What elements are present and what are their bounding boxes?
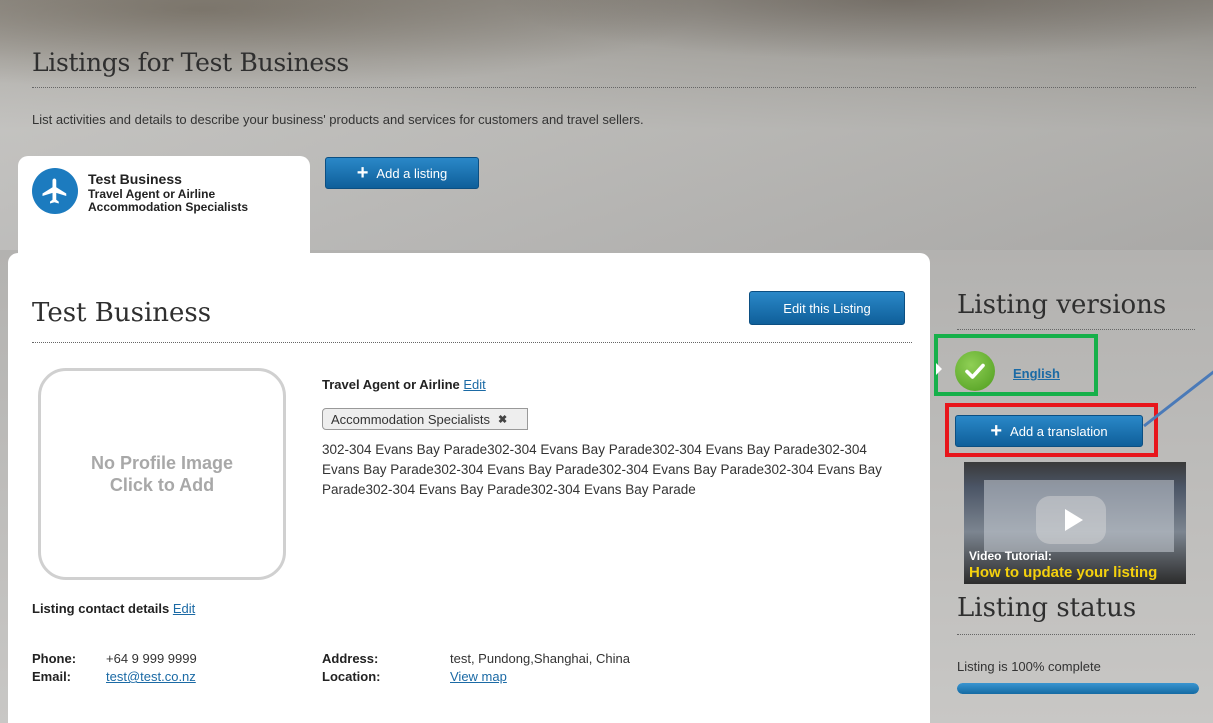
annotation-arrow [1143,370,1213,428]
video-tutorial-thumbnail[interactable]: Video Tutorial: How to update your listi… [964,462,1186,584]
add-translation-button[interactable]: + Add a translation [955,415,1143,447]
add-listing-button[interactable]: + Add a listing [325,157,479,189]
category-line: Travel Agent or Airline Edit [322,377,486,392]
address-label: Address: [322,651,379,666]
business-categories: Travel Agent or Airline Accommodation Sp… [88,188,248,214]
listing-description: 302-304 Evans Bay Parade302-304 Evans Ba… [322,442,882,497]
listing-status-text: Listing is 100% complete [957,659,1101,674]
versions-divider [957,329,1195,330]
title-divider [32,87,1196,88]
contact-details-label: Listing contact details [32,601,170,616]
listing-versions-title: Listing versions [957,290,1167,320]
video-caption-title: How to update your listing [969,564,1158,581]
status-divider [957,634,1195,635]
plus-icon: + [990,420,1003,442]
page-title: Listings for Test Business [32,48,349,77]
completion-progress-fill [957,683,1199,694]
category-label: Travel Agent or Airline [322,377,460,392]
category-tag-label: Accommodation Specialists [331,411,490,427]
business-name: Test Business [88,171,182,187]
page-intro: List activities and details to describe … [32,112,644,127]
business-tab[interactable]: Test Business Travel Agent or Airline Ac… [18,156,310,266]
email-label: Email: [32,669,72,684]
business-category-2: Accommodation Specialists [88,200,249,214]
address-value: test, Pundong,Shanghai, China [450,651,630,666]
category-edit-link[interactable]: Edit [463,377,485,392]
listing-card: Test Business Edit this Listing No Profi… [8,253,930,723]
view-map-link[interactable]: View map [450,669,507,684]
play-triangle-icon [1065,509,1083,531]
add-listing-label: Add a listing [376,165,448,181]
listing-title: Test Business [32,298,212,328]
remove-tag-icon[interactable]: ✖ [498,413,507,426]
phone-value: +64 9 999 9999 [106,651,197,666]
selected-chevron-icon [936,363,942,375]
add-translation-label: Add a translation [1010,423,1108,439]
profile-image-text: No Profile Image [90,453,234,473]
contact-edit-link[interactable]: Edit [173,601,195,616]
email-link[interactable]: test@test.co.nz [106,669,196,684]
completion-progress-bar [957,683,1199,694]
profile-image-cta: Click to Add [109,475,215,495]
phone-label: Phone: [32,651,77,666]
location-label: Location: [322,669,381,684]
profile-image-placeholder[interactable]: No Profile Image Click to Add [38,368,286,580]
listing-status-title: Listing status [957,593,1137,623]
category-tag: Accommodation Specialists ✖ [322,408,529,430]
airplane-icon [32,168,78,214]
check-icon [955,351,995,391]
contact-details-heading: Listing contact details Edit [32,601,195,616]
video-caption-label: Video Tutorial: [969,549,1052,563]
edit-listing-button[interactable]: Edit this Listing [749,291,905,325]
listing-title-divider [32,342,912,343]
english-version-link[interactable]: English [1013,366,1060,381]
edit-listing-label: Edit this Listing [783,300,871,316]
plus-icon: + [356,162,369,184]
